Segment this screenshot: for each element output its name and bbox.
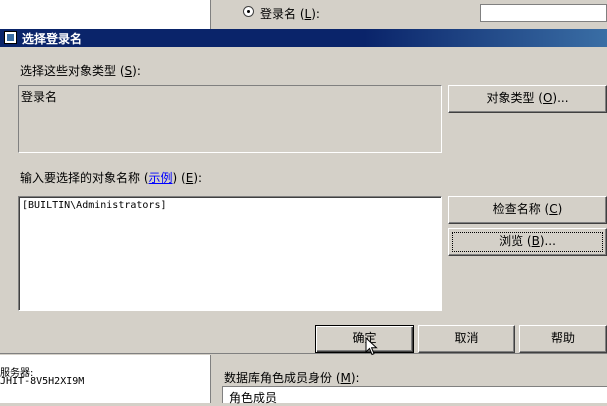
object-names-label: 输入要选择的对象名称 (示例) (E): [20,171,203,185]
object-types-label: 选择这些对象类型 (S): [20,64,141,78]
dialog-icon [4,31,17,44]
server-name: JHIT-8V5H2XI9M [0,376,85,387]
role-membership-table[interactable]: 角色成员 [222,386,607,406]
login-name-radio-label: 登录名 (L): [260,7,320,21]
examples-link[interactable]: 示例 [149,171,173,185]
role-membership-label: 数据库角色成员身份 (M): [224,371,360,385]
object-names-textarea[interactable]: [BUILTIN\Administrators] [18,196,442,311]
background-panel-left [0,0,211,29]
object-types-box: 登录名 [18,85,442,153]
login-name-radio[interactable] [243,6,254,17]
cancel-button[interactable]: 取消 [418,325,515,353]
object-names-value: [BUILTIN\Administrators] [22,200,167,211]
object-types-value: 登录名 [21,90,58,104]
mouse-cursor-icon [365,337,378,356]
login-name-input[interactable] [480,4,607,22]
dialog-title: 选择登录名 [22,32,83,46]
check-names-button[interactable]: 检查名称 (C) [448,196,607,224]
object-types-button[interactable]: 对象类型 (O)... [448,85,607,113]
role-column-header[interactable]: 角色成员 [229,389,277,406]
browse-button[interactable]: 浏览 (B)... [448,228,607,256]
help-button[interactable]: 帮助 [519,325,607,353]
dialog-titlebar[interactable]: 选择登录名 [0,29,607,47]
